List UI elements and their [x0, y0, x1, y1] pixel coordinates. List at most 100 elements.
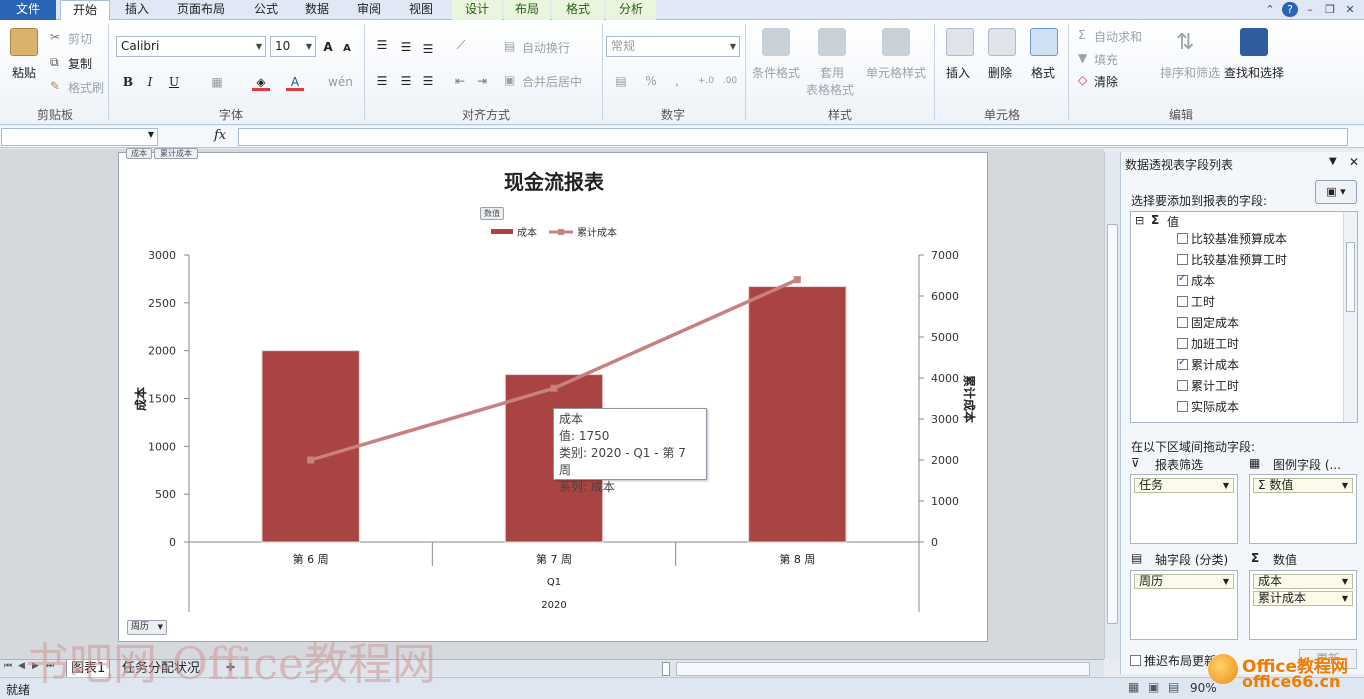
axis-fields-box[interactable]: 周历 ▼ [1130, 570, 1238, 640]
checkbox-icon[interactable] [1177, 317, 1188, 328]
format-cells-button[interactable]: 格式 [1031, 64, 1055, 81]
align-middle-icon[interactable]: ☰ [398, 38, 414, 56]
field-item[interactable]: 比较基准预算工时 [1177, 251, 1287, 268]
legend-pill-values[interactable]: Σ 数值 ▼ [1253, 478, 1353, 493]
tab-file[interactable]: 文件 [0, 0, 56, 20]
borders-icon[interactable]: ▦ [208, 73, 226, 91]
checkbox-icon[interactable] [1177, 273, 1188, 286]
bold-icon[interactable]: B [120, 73, 136, 91]
checkbox-icon[interactable] [1177, 296, 1188, 307]
tab-insert[interactable]: 插入 [114, 0, 160, 20]
orientation-icon[interactable]: ⟋ [452, 36, 470, 54]
align-bottom-icon[interactable]: ☰ [420, 40, 436, 58]
paste-button[interactable]: 粘贴 [12, 64, 36, 81]
layout-options-button[interactable]: ▣ ▾ [1315, 180, 1357, 204]
tab-formulas[interactable]: 公式 [244, 0, 288, 20]
sort-filter-button[interactable]: 排序和筛选 [1160, 64, 1220, 81]
tab-data[interactable]: 数据 [294, 0, 340, 20]
clear-button[interactable]: 清除 [1094, 73, 1118, 90]
page-break-icon[interactable]: ▤ [1168, 680, 1179, 694]
conditional-format-button[interactable]: 条件格式 [752, 64, 800, 81]
defer-update-checkbox[interactable]: 推迟布局更新 [1130, 652, 1216, 669]
minimize-icon[interactable]: – [1302, 2, 1318, 17]
value-pill-cost[interactable]: 成本 ▼ [1253, 574, 1353, 589]
report-filter-box[interactable]: 任务 ▼ [1130, 474, 1238, 544]
autosum-button[interactable]: 自动求和 [1094, 28, 1142, 45]
field-item[interactable]: 实际成本 [1177, 398, 1239, 415]
shrink-font-icon[interactable]: A [340, 40, 354, 58]
scroll-thumb[interactable] [1346, 242, 1355, 312]
tab-analyze[interactable]: 分析 [606, 0, 656, 20]
field-button-cost[interactable]: 成本 [126, 148, 152, 159]
field-item[interactable]: 累计成本 [1177, 356, 1239, 373]
fill-color-icon[interactable]: ◈ [252, 73, 270, 91]
first-sheet-icon[interactable]: ⏮ [4, 661, 12, 671]
field-item[interactable]: 加班工时 [1177, 335, 1239, 352]
font-size-select[interactable]: 10 ▼ [270, 36, 316, 57]
fill-button[interactable]: 填充 [1094, 51, 1118, 68]
value-pill-cumulative[interactable]: 累计成本 ▼ [1253, 591, 1353, 606]
field-item[interactable]: 成本 [1177, 272, 1215, 289]
name-box[interactable]: ▼ [1, 128, 158, 146]
close-icon[interactable]: ✕ [1342, 2, 1358, 17]
increase-indent-icon[interactable]: ⇥ [474, 72, 490, 90]
insert-function-button[interactable]: fx [214, 128, 234, 143]
cut-button[interactable]: 剪切 [68, 30, 92, 47]
number-format-select[interactable]: 常规 ▼ [606, 36, 740, 57]
pane-close-icon[interactable]: ✕ [1349, 155, 1359, 169]
tab-view[interactable]: 视图 [398, 0, 444, 20]
horizontal-scrollbar[interactable] [676, 662, 1090, 676]
field-item[interactable]: 固定成本 [1177, 314, 1239, 331]
collapse-icon[interactable]: ⊟ [1135, 214, 1144, 227]
field-button-values[interactable]: 数值 [480, 207, 504, 220]
phonetic-icon[interactable]: wén [328, 73, 353, 91]
field-item[interactable]: 比较基准预算成本 [1177, 230, 1287, 247]
normal-view-icon[interactable]: ▦ [1128, 680, 1139, 694]
cell-styles-button[interactable]: 单元格样式 [866, 64, 926, 81]
decrease-decimal-icon[interactable]: .00 [720, 72, 740, 90]
field-button-cumulative[interactable]: 累计成本 [154, 148, 198, 159]
scroll-thumb[interactable] [1107, 224, 1118, 624]
tab-format[interactable]: 格式 [552, 0, 604, 20]
chart-area[interactable]: 现金流报表 成本 累计成本 0 500 1000 1500 2000 2500 3000 0 1000… [118, 152, 988, 642]
checkbox-icon[interactable] [1177, 380, 1188, 391]
page-layout-icon[interactable]: ▣ [1148, 680, 1159, 694]
tab-review[interactable]: 审阅 [346, 0, 392, 20]
tab-design[interactable]: 设计 [452, 0, 502, 20]
table-format-button-2[interactable]: 表格格式 [806, 81, 854, 98]
percent-button[interactable]: % [642, 72, 660, 90]
checkbox-icon[interactable] [1177, 233, 1188, 244]
align-center-icon[interactable]: ☰ [398, 72, 414, 90]
wrap-text-button[interactable]: 自动换行 [522, 39, 570, 56]
pane-menu-icon[interactable]: ▼ [1329, 156, 1337, 167]
increase-decimal-icon[interactable]: +.0 [696, 72, 716, 90]
underline-icon[interactable]: U [166, 73, 182, 91]
vertical-scrollbar[interactable] [1104, 152, 1120, 659]
axis-pill-week[interactable]: 周历 ▼ [1134, 574, 1234, 589]
tab-layout[interactable]: 布局 [504, 0, 550, 20]
filter-pill-task[interactable]: 任务 ▼ [1134, 478, 1234, 493]
table-format-button-1[interactable]: 套用 [820, 64, 844, 81]
align-right-icon[interactable]: ☰ [420, 72, 436, 90]
merge-center-button[interactable]: 合并后居中 [522, 73, 582, 90]
prev-sheet-icon[interactable]: ◀ [18, 661, 25, 671]
copy-button[interactable]: 复制 [68, 55, 92, 72]
italic-icon[interactable]: I [142, 73, 158, 91]
align-top-icon[interactable]: ☰ [374, 36, 390, 54]
comma-button[interactable]: , [670, 72, 684, 90]
tab-home[interactable]: 开始 [60, 0, 110, 21]
help-icon[interactable]: ? [1282, 2, 1298, 17]
checkbox-icon[interactable] [1177, 254, 1188, 265]
insert-cells-button[interactable]: 插入 [946, 64, 970, 81]
field-item[interactable]: 工时 [1177, 293, 1215, 310]
formula-input[interactable] [238, 128, 1348, 146]
checkbox-icon[interactable] [1177, 338, 1188, 349]
chevron-up-icon[interactable]: ⌃ [1262, 2, 1278, 17]
tab-split-handle[interactable] [662, 662, 670, 676]
delete-cells-button[interactable]: 删除 [988, 64, 1012, 81]
decrease-indent-icon[interactable]: ⇤ [452, 72, 468, 90]
align-left-icon[interactable]: ☰ [374, 72, 390, 90]
currency-icon[interactable]: ▤ [610, 72, 632, 90]
field-item[interactable]: 累计工时 [1177, 377, 1239, 394]
restore-icon[interactable]: ❐ [1322, 2, 1338, 17]
